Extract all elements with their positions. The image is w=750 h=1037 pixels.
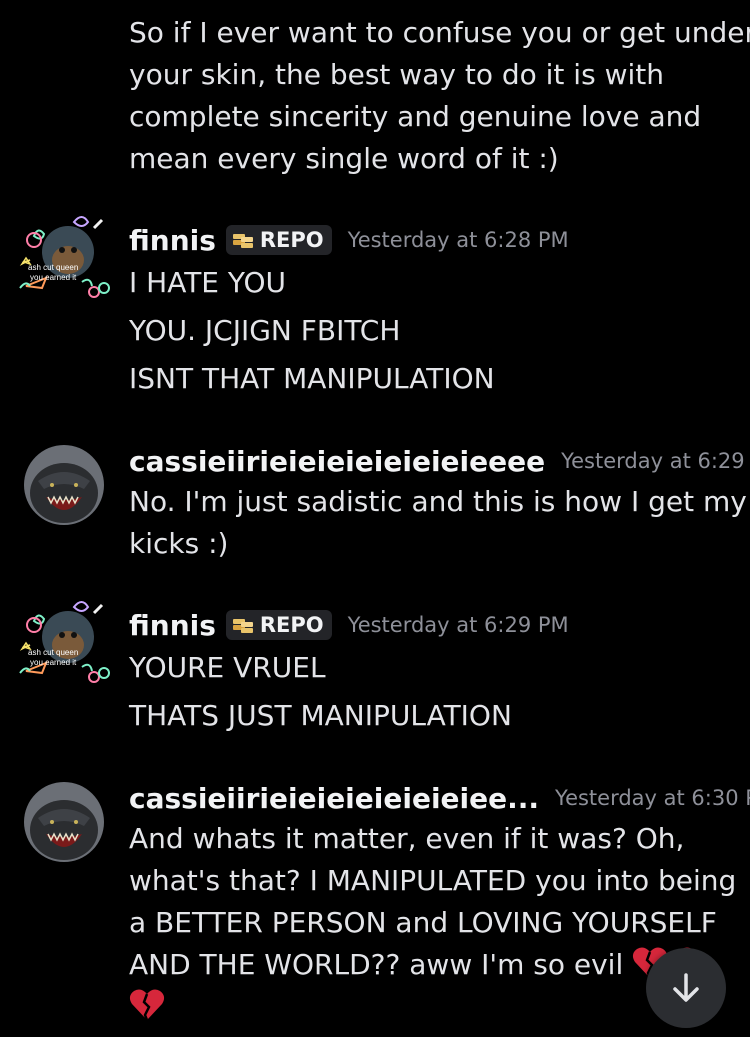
clan-tag[interactable]: REPO (225, 610, 332, 640)
arrow-down-icon (673, 973, 699, 1002)
message-header: cassieiirieieieieieieieiee... Yesterday … (129, 778, 750, 818)
message-header: finnis REPO Yesterday at 6:28 PM (129, 220, 734, 260)
scroll-to-bottom-button[interactable] (646, 948, 726, 1028)
username[interactable]: finnis (129, 224, 216, 257)
message-line: complete sincerity and genuine love and (129, 100, 702, 133)
message-line (129, 986, 730, 1028)
message-line: your skin, the best way to do it is with (129, 58, 664, 91)
godzilla-avatar-icon (24, 782, 104, 862)
avatar[interactable]: ash cut queen you earned it (16, 593, 112, 689)
avatar[interactable] (24, 445, 104, 525)
message-line: So if I ever want to confuse you or get … (129, 16, 750, 49)
message-line: I HATE YOU (129, 266, 286, 299)
message-line: THATS JUST MANIPULATION (129, 699, 512, 732)
message-line: mean every single word of it :) (129, 142, 559, 175)
avatar-decoration-icon: ash cut queen you earned it (19, 216, 110, 298)
username[interactable]: cassieiirieieieieieieieieeee (129, 445, 545, 478)
tag-label: REPO (259, 228, 324, 252)
message-line: YOU. JCJIGN FBITCH (129, 314, 401, 347)
timestamp: Yesterday at 6:29 PM (561, 449, 750, 473)
svg-text:you earned it: you earned it (30, 658, 77, 667)
tag-label: REPO (259, 613, 324, 637)
message-line: AND THE WORLD?? aww I'm so evil (129, 944, 730, 986)
broken-heart-icon (129, 989, 165, 1021)
svg-text:ash cut queen: ash cut queen (28, 263, 78, 272)
message-line: what's that? I MANIPULATED you into bein… (129, 864, 737, 897)
message-line: kicks :) (129, 527, 229, 560)
svg-text:ash cut queen: ash cut queen (28, 648, 78, 657)
message-line: YOURE VRUEL (129, 651, 326, 684)
message-line: No. I'm just sadistic and this is how I … (129, 485, 747, 518)
username[interactable]: finnis (129, 609, 216, 642)
avatar[interactable]: ash cut queen you earned it (16, 208, 112, 304)
svg-text:you earned it: you earned it (30, 273, 77, 282)
avatar-decoration-icon: ash cut queen you earned it (19, 601, 110, 683)
coins-icon (232, 234, 253, 248)
timestamp: Yesterday at 6:28 PM (347, 228, 569, 252)
godzilla-avatar-icon (24, 445, 104, 525)
clan-tag[interactable]: REPO (225, 225, 332, 255)
message-text: AND THE WORLD?? aww I'm so evil (129, 948, 624, 981)
coins-icon (232, 619, 253, 633)
username[interactable]: cassieiirieieieieieieieiee... (129, 782, 539, 815)
message-header: cassieiirieieieieieieieieeee Yesterday a… (129, 441, 750, 481)
message-line: ISNT THAT MANIPULATION (129, 362, 495, 395)
message-line: And whats it matter, even if it was? Oh, (129, 822, 685, 855)
timestamp: Yesterday at 6:30 PM (555, 786, 750, 810)
avatar[interactable] (24, 782, 104, 862)
message-header: finnis REPO Yesterday at 6:29 PM (129, 605, 734, 645)
message-line: a BETTER PERSON and LOVING YOURSELF (129, 906, 717, 939)
chat-messages: So if I ever want to confuse you or get … (0, 0, 750, 1037)
timestamp: Yesterday at 6:29 PM (347, 613, 569, 637)
